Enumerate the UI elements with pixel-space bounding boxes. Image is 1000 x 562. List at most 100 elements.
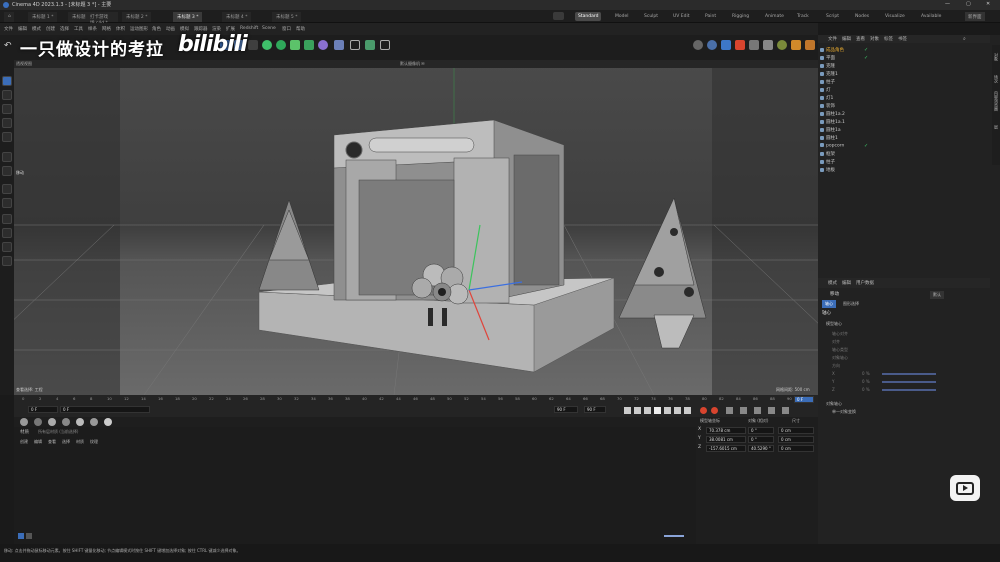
size-x-field[interactable]: 0 cm bbox=[778, 427, 814, 434]
edges-mode-icon[interactable] bbox=[248, 40, 258, 50]
size-z-field[interactable]: 0 cm bbox=[778, 445, 814, 452]
next-frame-icon[interactable] bbox=[664, 407, 671, 414]
layout-visualize[interactable]: Visualize bbox=[882, 12, 908, 21]
cube-icon[interactable] bbox=[262, 40, 272, 50]
layout-animate[interactable]: Animate bbox=[762, 12, 787, 21]
object-row[interactable]: 柱子 bbox=[820, 79, 990, 86]
pos-y-field[interactable]: 38.0081 cm bbox=[706, 436, 746, 443]
snapping-icon[interactable] bbox=[2, 242, 12, 252]
maximize-button[interactable]: ▢ bbox=[966, 1, 971, 7]
material-ball-icon[interactable] bbox=[90, 418, 98, 426]
scene-icon[interactable] bbox=[334, 40, 344, 50]
menu-spline[interactable]: 样条 bbox=[88, 26, 97, 32]
start-frame-field[interactable]: 0 F bbox=[28, 406, 58, 413]
axis-icon[interactable] bbox=[2, 228, 12, 238]
attr-subtab-select[interactable]: 图形选择 bbox=[840, 300, 862, 308]
layout-icon[interactable] bbox=[553, 12, 564, 20]
pos-x-field[interactable]: 70.378 cm bbox=[706, 427, 746, 434]
attr-tab-mode[interactable]: 模式 bbox=[828, 280, 837, 286]
generator-icon[interactable] bbox=[290, 40, 300, 50]
search-icon[interactable]: ⌕ bbox=[963, 36, 966, 42]
attr-slider[interactable] bbox=[882, 389, 936, 391]
display-icon[interactable] bbox=[707, 40, 717, 50]
layout-script[interactable]: Script bbox=[823, 12, 842, 21]
object-row[interactable]: 平面 ✓ bbox=[820, 55, 990, 62]
rot-y-field[interactable]: 0 ° bbox=[748, 436, 774, 443]
size-y-field[interactable]: 0 cm bbox=[778, 436, 814, 443]
scale-tool-icon[interactable] bbox=[2, 104, 12, 114]
attr-tab-edit[interactable]: 编辑 bbox=[842, 280, 851, 286]
layout-nodes[interactable]: Nodes bbox=[852, 12, 872, 21]
material-ball-icon[interactable] bbox=[34, 418, 42, 426]
material-menu-edit[interactable]: 编辑 bbox=[34, 439, 42, 445]
render-settings-icon[interactable] bbox=[749, 40, 759, 50]
layout-uv-edit[interactable]: UV Edit bbox=[670, 12, 693, 21]
light-icon[interactable] bbox=[365, 40, 375, 50]
material-ball-icon[interactable] bbox=[76, 418, 84, 426]
spline-icon[interactable] bbox=[276, 40, 286, 50]
attr-subtab-pivot[interactable]: 轴心 bbox=[822, 300, 836, 308]
attr-vec-value[interactable]: 0 % bbox=[862, 371, 870, 376]
object-row[interactable]: popcorn ✓ bbox=[820, 143, 990, 150]
coord-mode-a[interactable]: 模型轴坐标 bbox=[700, 418, 720, 424]
close-button[interactable]: ✕ bbox=[986, 1, 990, 7]
prev-key-icon[interactable] bbox=[634, 407, 641, 414]
redshift-icon[interactable] bbox=[777, 40, 787, 50]
polygons-icon[interactable] bbox=[2, 184, 12, 194]
object-row[interactable]: 柱子 bbox=[820, 159, 990, 166]
side-tab-takes[interactable]: 场次 bbox=[993, 75, 999, 83]
rotate-tool-icon[interactable] bbox=[2, 118, 12, 128]
object-row[interactable]: 克隆 bbox=[820, 63, 990, 70]
object-row[interactable]: 装饰 bbox=[820, 103, 990, 110]
play-icon[interactable] bbox=[654, 407, 661, 414]
deformer-icon[interactable] bbox=[304, 40, 314, 50]
checkmark-icon[interactable]: ✓ bbox=[864, 55, 868, 61]
pos-z-field[interactable]: -157.6015 cm bbox=[706, 445, 746, 452]
menu-mode[interactable]: 模式 bbox=[32, 26, 41, 32]
camera-icon[interactable] bbox=[380, 40, 390, 50]
timeline[interactable]: 0 2 4 6 8 10 12 14 16 18 20 22 24 26 28 30 32 34 36 38 40 42 4… bbox=[14, 395, 818, 417]
object-row[interactable]: 灯 bbox=[820, 87, 990, 94]
doc-tab[interactable]: 未标题 4 * bbox=[222, 12, 252, 22]
om-tab-view[interactable]: 查看 bbox=[856, 36, 865, 42]
menu-redshift[interactable]: Redshift bbox=[240, 26, 258, 31]
coord-mode-b[interactable]: 对象 (相对) bbox=[748, 418, 768, 424]
checkmark-icon[interactable]: ✓ bbox=[864, 143, 868, 149]
layout-sculpt[interactable]: Sculpt bbox=[641, 12, 661, 21]
preview-end-field[interactable]: 90 F bbox=[584, 406, 606, 413]
object-row[interactable]: 框架 bbox=[820, 151, 990, 158]
material-grid-icon[interactable] bbox=[26, 533, 32, 539]
attr-subsection[interactable]: 模型轴心 bbox=[826, 321, 842, 327]
magnet-icon[interactable] bbox=[2, 214, 12, 224]
material-tab[interactable]: 材质 bbox=[20, 429, 29, 435]
key-scale-icon[interactable] bbox=[754, 407, 761, 414]
points-icon[interactable] bbox=[2, 152, 12, 162]
doc-tab[interactable]: 打卡游戏场.c4d * bbox=[86, 12, 118, 26]
attr-tab-userdata[interactable]: 用户数据 bbox=[856, 280, 874, 286]
menu-help[interactable]: 帮助 bbox=[296, 26, 305, 32]
material-filter[interactable]: 所有层材质 (当前选择) bbox=[38, 429, 78, 435]
menu-select[interactable]: 选择 bbox=[60, 26, 69, 32]
layout-track[interactable]: Track bbox=[794, 12, 812, 21]
object-row[interactable]: 灯1 bbox=[820, 95, 990, 102]
zoom-slider[interactable] bbox=[664, 535, 684, 537]
goto-start-icon[interactable] bbox=[624, 407, 631, 414]
menu-mograph[interactable]: 运动图形 bbox=[130, 26, 148, 32]
object-row[interactable]: 地板 bbox=[820, 167, 990, 174]
new-layout-button[interactable]: 新界面 bbox=[965, 12, 985, 21]
doc-tab[interactable]: 未标题 5 * bbox=[272, 12, 302, 22]
key-pla-icon[interactable] bbox=[782, 407, 789, 414]
attr-slider[interactable] bbox=[882, 381, 936, 383]
side-tab-content-browser[interactable]: 内容浏览器 bbox=[993, 91, 999, 111]
object-row[interactable]: 克隆1 bbox=[820, 71, 990, 78]
picture-viewer-icon[interactable] bbox=[763, 40, 773, 50]
key-param-icon[interactable] bbox=[768, 407, 775, 414]
material-menu-texture[interactable]: 纹理 bbox=[90, 439, 98, 445]
material-menu-create[interactable]: 创建 bbox=[20, 439, 28, 445]
key-move-icon[interactable] bbox=[726, 407, 733, 414]
render-icon[interactable] bbox=[735, 40, 745, 50]
prev-frame-icon[interactable] bbox=[644, 407, 651, 414]
workplane-icon[interactable] bbox=[2, 256, 12, 266]
menu-file[interactable]: 文件 bbox=[4, 26, 13, 32]
menu-mesh[interactable]: 网格 bbox=[102, 26, 111, 32]
